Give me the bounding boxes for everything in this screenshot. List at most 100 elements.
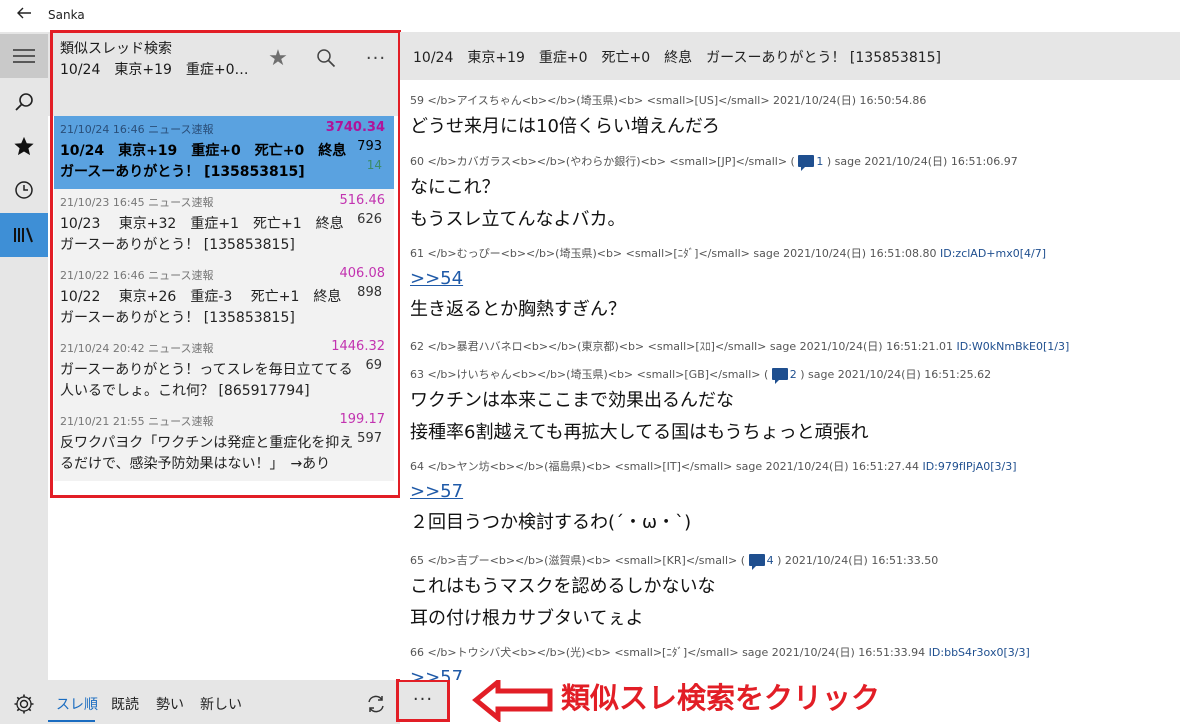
post-header-text: 62 </b>暴君ハバネロ<b></b>(東京都)<b> <small>[ｽﾛ]… xyxy=(410,340,957,353)
tab-momentum[interactable]: 勢い xyxy=(156,694,184,714)
thread-title: 反ワクパヨク「ワクチンは発症と重症化を抑えるだけで、感染予防効果はない！」 →あ… xyxy=(60,435,354,472)
thread-count: 597 xyxy=(357,431,382,446)
post-header-text: 61 </b>むっぴー<b></b>(埼玉県)<b> <small>[ﾆﾀﾞ]<… xyxy=(410,247,940,260)
thread-count: 793 xyxy=(357,139,382,154)
post-id[interactable]: ID:bbS4r3ox0[3/3] xyxy=(929,646,1030,659)
thread-meta: 21/10/23 16:45 ニュース速報 xyxy=(60,196,214,209)
post: 66 </b>トウシバ犬<b></b>(光)<b> <small>[ﾆﾀﾞ]</… xyxy=(410,643,1174,680)
thread-count: 626 xyxy=(357,212,382,227)
hamburger-icon[interactable] xyxy=(0,34,48,78)
post-line: もうスレ立てんなよバカ。 xyxy=(410,209,626,230)
reply-icon[interactable] xyxy=(748,554,765,570)
thread-meta: 21/10/22 16:46 ニュース速報 xyxy=(60,269,214,282)
post-line: 耳の付け根カサブタいてぇよ xyxy=(410,608,644,629)
list-header: 類似スレッド検索 10/24 東京+19 重症+0 死亡+0 終息 ガースーあり… xyxy=(48,32,400,112)
post-header-text: 63 </b>けいちゃん<b></b>(埼玉県)<b> <small>[GB]<… xyxy=(410,368,769,381)
bottom-toolbar: スレ順 既読 勢い 新しい xyxy=(48,680,400,724)
gear-icon[interactable] xyxy=(0,682,48,724)
star-icon[interactable]: ★ xyxy=(262,42,294,74)
thread-speed: 516.46 xyxy=(339,193,386,208)
post-line: ワクチンは本来ここまで効果出るんだな xyxy=(410,390,734,411)
reply-count[interactable]: 4 xyxy=(767,554,774,567)
post-header: 61 </b>むっぴー<b></b>(埼玉県)<b> <small>[ﾆﾀﾞ]<… xyxy=(410,244,1174,264)
thread-item[interactable]: 21/10/23 16:45 ニュース速報 516.46 10/23 東京+32… xyxy=(54,189,394,262)
left-nav xyxy=(0,32,48,724)
post-header-text: 65 </b>吉プー<b></b>(滋賀県)<b> <small>[KR]</s… xyxy=(410,554,746,567)
post-line: なにこれ？ xyxy=(410,177,500,198)
post-header: 66 </b>トウシバ犬<b></b>(光)<b> <small>[ﾆﾀﾞ]</… xyxy=(410,643,1174,663)
thread-meta: 21/10/21 21:55 ニュース速報 xyxy=(60,415,214,428)
anchor-link[interactable]: >>57 xyxy=(410,477,1174,507)
board-icon[interactable] xyxy=(0,213,48,257)
thread-speed: 1446.32 xyxy=(331,339,385,354)
star-icon[interactable] xyxy=(0,124,48,168)
more-icon[interactable]: ··· xyxy=(360,42,392,74)
history-icon[interactable] xyxy=(0,168,48,212)
post-header-text: ) sage 2021/10/24(日) 16:51:06.97 xyxy=(826,155,1018,168)
post: 65 </b>吉プー<b></b>(滋賀県)<b> <small>[KR]</s… xyxy=(410,551,1174,635)
post-header-text: ) 2021/10/24(日) 16:51:33.50 xyxy=(777,554,939,567)
list-header-title: 類似スレッド検索 xyxy=(60,41,172,57)
thread-header: 10/24 東京+19 重症+0 死亡+0 終息 ガースーありがとう！ [135… xyxy=(400,32,1180,80)
post-header: 63 </b>けいちゃん<b></b>(埼玉県)<b> <small>[GB]<… xyxy=(410,365,1174,385)
post-id[interactable]: ID:zclAD+mx0[4/7] xyxy=(940,247,1046,260)
anchor-link[interactable]: >>54 xyxy=(410,264,1174,294)
thread-new-count: 14 xyxy=(366,158,382,172)
thread-item[interactable]: 21/10/21 21:55 ニュース速報 199.17 反ワクパヨク「ワクチン… xyxy=(54,408,394,481)
post-line: 生き返るとか胸熱すぎん？ xyxy=(410,299,626,320)
post-line: 接種率6割越えても再拡大してる国はもうちょっと頑張れ xyxy=(410,422,869,443)
post-header-text: ) sage 2021/10/24(日) 16:51:25.62 xyxy=(800,368,992,381)
posts-area: 59 </b>アイスちゃん<b></b>(埼玉県)<b> <small>[US]… xyxy=(400,80,1180,680)
post-header-text: 60 </b>カバガラス<b></b>(やわらか銀行)<b> <small>[J… xyxy=(410,155,795,168)
post-header-text: 59 </b>アイスちゃん<b></b>(埼玉県)<b> <small>[US]… xyxy=(410,94,927,107)
post-header-text: 66 </b>トウシバ犬<b></b>(光)<b> <small>[ﾆﾀﾞ]</… xyxy=(410,646,929,659)
similar-thread-pane: 類似スレッド検索 10/24 東京+19 重症+0 死亡+0 終息 ガースーあり… xyxy=(48,32,400,680)
reply-count[interactable]: 1 xyxy=(816,155,823,168)
thread-title: 10/22 東京+26 重症-3 死亡+1 終息 ガースーありがとう！ [135… xyxy=(60,289,356,326)
post-header: 59 </b>アイスちゃん<b></b>(埼玉県)<b> <small>[US]… xyxy=(410,91,1174,111)
post-id[interactable]: ID:W0kNmBkE0[1/3] xyxy=(957,340,1070,353)
thread-speed: 3740.34 xyxy=(325,120,385,135)
refresh-icon[interactable] xyxy=(362,690,390,718)
tab-active-indicator xyxy=(48,720,95,722)
thread-meta: 21/10/24 20:42 ニュース速報 xyxy=(60,342,214,355)
list-header-subtitle: 10/24 東京+19 重症+0 死亡+0 終息 ガースーありがとう！ [135… xyxy=(60,62,250,78)
post-line: どうせ来月には10倍くらい増えんだろ xyxy=(410,116,720,137)
thread-title: 10/23 東京+32 重症+1 死亡+1 終息 ガースーありがとう！ [135… xyxy=(60,216,356,253)
post-line: これはもうマスクを認めるしかないな xyxy=(410,576,716,597)
title-bar: Sanka xyxy=(0,0,1180,32)
post-header: 64 </b>ヤン坊<b></b>(福島県)<b> <small>[IT]</s… xyxy=(410,457,1174,477)
post: 59 </b>アイスちゃん<b></b>(埼玉県)<b> <small>[US]… xyxy=(410,91,1174,143)
post: 63 </b>けいちゃん<b></b>(埼玉県)<b> <small>[GB]<… xyxy=(410,365,1174,449)
post-header: 60 </b>カバガラス<b></b>(やわらか銀行)<b> <small>[J… xyxy=(410,152,1174,172)
tab-read[interactable]: 既読 xyxy=(111,694,139,714)
reply-icon[interactable] xyxy=(771,368,788,384)
thread-item[interactable]: 21/10/22 16:46 ニュース速報 406.08 10/22 東京+26… xyxy=(54,262,394,335)
more-options-button[interactable]: ··· xyxy=(396,679,450,722)
post-header-text: 64 </b>ヤン坊<b></b>(福島県)<b> <small>[IT]</s… xyxy=(410,460,923,473)
reply-count[interactable]: 2 xyxy=(790,368,797,381)
post-line: ２回目うつか検討するわ(´・ω・`) xyxy=(410,512,692,533)
app-title: Sanka xyxy=(48,8,85,22)
thread-item[interactable]: 21/10/24 20:42 ニュース速報 1446.32 ガースーありがとう！… xyxy=(54,335,394,408)
thread-count: 898 xyxy=(357,285,382,300)
search-icon[interactable] xyxy=(0,80,48,124)
annotation-text: 類似スレ検索をクリック xyxy=(561,681,881,715)
post-header: 62 </b>暴君ハバネロ<b></b>(東京都)<b> <small>[ｽﾛ]… xyxy=(410,337,1174,357)
back-arrow-icon[interactable] xyxy=(12,5,36,27)
thread-count: 69 xyxy=(365,358,382,373)
tab-sort-order[interactable]: スレ順 xyxy=(56,694,98,714)
thread-speed: 406.08 xyxy=(339,266,386,281)
reply-icon[interactable] xyxy=(798,155,815,171)
post: 62 </b>暴君ハバネロ<b></b>(東京都)<b> <small>[ｽﾛ]… xyxy=(410,337,1174,357)
thread-header-title: 10/24 東京+19 重症+0 死亡+0 終息 ガースーありがとう！ [135… xyxy=(413,50,942,66)
post: 64 </b>ヤン坊<b></b>(福島県)<b> <small>[IT]</s… xyxy=(410,457,1174,539)
tab-newest[interactable]: 新しい xyxy=(200,694,242,714)
anchor-link[interactable]: >>57 xyxy=(410,663,1174,680)
thread-item[interactable]: 21/10/24 16:46 ニュース速報 3740.34 10/24 東京+1… xyxy=(54,116,394,189)
search-icon[interactable] xyxy=(310,42,342,74)
post-id[interactable]: ID:979fIPjA0[3/3] xyxy=(922,460,1016,473)
thread-meta: 21/10/24 16:46 ニュース速報 xyxy=(60,123,214,136)
post-header: 65 </b>吉プー<b></b>(滋賀県)<b> <small>[KR]</s… xyxy=(410,551,1174,571)
thread-title: 10/24 東京+19 重症+0 死亡+0 終息 ガースーありがとう！ [135… xyxy=(60,143,356,180)
